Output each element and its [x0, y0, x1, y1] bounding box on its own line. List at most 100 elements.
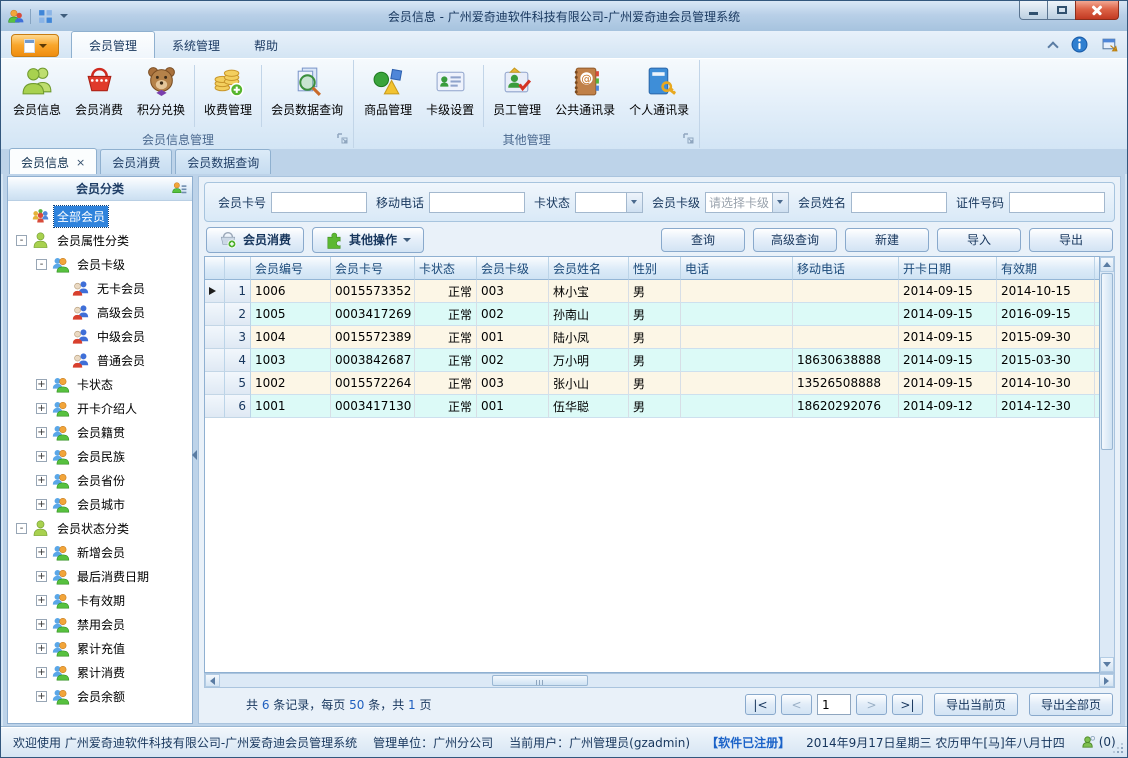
scroll-up-icon[interactable]	[1100, 257, 1114, 272]
table-row[interactable]: 6 1001 0003417130 正常 001 伍华聪男 18620292076 2014-…	[205, 395, 1099, 418]
tree-item[interactable]: + 累计充值	[12, 636, 190, 660]
filter-input[interactable]	[271, 191, 368, 213]
dialog-launcher-icon[interactable]	[337, 133, 349, 145]
table-row[interactable]: 5 1002 0015572264 正常 003 张小山男 13526508888 2014-…	[205, 372, 1099, 395]
export-all-pages-button[interactable]: 导出全部页	[1028, 693, 1113, 716]
tree-item[interactable]: + 会员籍贯	[12, 420, 190, 444]
grid-header-cell[interactable]: 开卡日期	[899, 257, 997, 280]
close-button[interactable]	[1075, 1, 1119, 20]
tree-expander-icon[interactable]: +	[36, 666, 47, 678]
filter-input[interactable]	[429, 191, 526, 213]
filter-input[interactable]	[850, 191, 947, 213]
next-page-button[interactable]: >	[855, 694, 887, 715]
tree-item[interactable]: + 最后消费日期	[12, 564, 190, 588]
ribbon-button[interactable]: 收费管理	[197, 62, 259, 130]
first-page-button[interactable]: |<	[744, 694, 776, 715]
feedback-icon[interactable]	[1102, 36, 1119, 53]
tree-item[interactable]: + 卡状态	[12, 372, 190, 396]
tree-item[interactable]: 无卡会员	[12, 276, 190, 300]
toolbar-button[interactable]: 会员消费	[206, 226, 305, 253]
toolbar-action-button[interactable]: 导入	[937, 227, 1021, 252]
table-row[interactable]: 1 1006 0015573352 正常 003 林小宝男 2014-09-15 2014-1…	[205, 280, 1099, 303]
tree-expander-icon[interactable]: +	[36, 690, 47, 702]
maximize-button[interactable]	[1048, 1, 1075, 20]
tree-item[interactable]: + 会员民族	[12, 444, 190, 468]
tree-expander-icon[interactable]: +	[36, 474, 47, 486]
ribbon-button[interactable]: 会员数据查询	[264, 62, 350, 130]
ribbon-button[interactable]: 员工管理	[486, 62, 548, 130]
quick-access-grid-icon[interactable]	[37, 8, 54, 25]
grid-header-cell[interactable]: 卡状态	[415, 257, 477, 280]
tree-expander-icon[interactable]: -	[16, 522, 27, 534]
grid-header-cell[interactable]: 移动电话	[793, 257, 899, 280]
tree-expander-icon[interactable]: +	[36, 498, 47, 510]
ribbon-tab[interactable]: 系统管理	[155, 32, 237, 58]
minimize-button[interactable]	[1019, 1, 1048, 20]
ribbon-button[interactable]: 个人通讯录	[622, 62, 696, 130]
tree-item[interactable]: + 卡有效期	[12, 588, 190, 612]
tree-expander-icon[interactable]: +	[36, 570, 47, 582]
splitter-collapse-icon[interactable]	[192, 450, 197, 460]
ribbon-button[interactable]: @ 公共通讯录	[548, 62, 622, 130]
dialog-launcher-icon[interactable]	[683, 133, 695, 145]
registered-link[interactable]: 【软件已注册】	[706, 734, 790, 751]
vertical-scroll-thumb[interactable]	[1101, 273, 1113, 451]
horizontal-scroll-track[interactable]	[220, 674, 1099, 687]
toolbar-button[interactable]: 其他操作	[312, 226, 425, 253]
ribbon-button[interactable]: 积分兑换	[130, 62, 192, 130]
collapse-ribbon-icon[interactable]	[1047, 40, 1059, 53]
document-tab[interactable]: 会员信息 ×	[9, 148, 98, 174]
tree-item[interactable]: 全部会员	[12, 204, 190, 228]
tree-item[interactable]: + 会员余额	[12, 684, 190, 708]
member-category-icon[interactable]	[171, 180, 188, 197]
tree-item[interactable]: 高级会员	[12, 300, 190, 324]
page-number-input[interactable]	[816, 694, 851, 715]
grid-header-cell[interactable]: 会员卡级	[477, 257, 549, 280]
toolbar-action-button[interactable]: 查询	[661, 227, 745, 252]
table-row[interactable]: 4 1003 0003842687 正常 002 万小明男 18630638888 2014-…	[205, 349, 1099, 372]
horizontal-scroll-thumb[interactable]	[492, 675, 589, 686]
tree-item[interactable]: 中级会员	[12, 324, 190, 348]
tree-expander-icon[interactable]: +	[36, 402, 47, 414]
close-tab-icon[interactable]: ×	[76, 157, 85, 168]
info-icon[interactable]	[1071, 36, 1088, 53]
tree-item[interactable]: + 会员省份	[12, 468, 190, 492]
table-row[interactable]: 2 1005 0003417269 正常 002 孙南山男 2014-09-15 2016-0…	[205, 303, 1099, 326]
last-page-button[interactable]: >|	[891, 694, 923, 715]
scroll-left-icon[interactable]	[205, 674, 220, 687]
tree-expander-icon[interactable]: +	[36, 426, 47, 438]
tree-item[interactable]: 普通会员	[12, 348, 190, 372]
grid-header-cell[interactable]: 会员卡号	[331, 257, 415, 280]
tree-item[interactable]: - 会员属性分类	[12, 228, 190, 252]
tree-item[interactable]: + 新增会员	[12, 540, 190, 564]
tree-item[interactable]: - 会员卡级	[12, 252, 190, 276]
tree-item[interactable]: + 禁用会员	[12, 612, 190, 636]
ribbon-tab[interactable]: 帮助	[237, 32, 295, 58]
prev-page-button[interactable]: <	[780, 694, 812, 715]
document-tab[interactable]: 会员数据查询	[175, 149, 272, 174]
tree-item[interactable]: + 开卡介绍人	[12, 396, 190, 420]
tree-expander-icon[interactable]: -	[36, 258, 47, 270]
horizontal-scrollbar[interactable]	[204, 673, 1115, 688]
grid-header-cell[interactable]: 电话	[681, 257, 793, 280]
tree-expander-icon[interactable]: +	[36, 546, 47, 558]
tree-expander-icon[interactable]: +	[36, 594, 47, 606]
table-row[interactable]: 3 1004 0015572389 正常 001 陆小凤男 2014-09-15 2015-0…	[205, 326, 1099, 349]
resize-grip[interactable]	[1113, 743, 1123, 753]
tree-expander-icon[interactable]: -	[16, 234, 27, 246]
vertical-scrollbar[interactable]	[1100, 256, 1115, 673]
vertical-scroll-track[interactable]	[1100, 272, 1114, 657]
grid-header-cell[interactable]: 性别	[629, 257, 681, 280]
grid-header-cell[interactable]: 有效期	[997, 257, 1095, 280]
filter-select[interactable]	[575, 191, 643, 213]
tree-expander-icon[interactable]: +	[36, 618, 47, 630]
application-menu-button[interactable]	[11, 34, 59, 57]
tree-expander-icon[interactable]: +	[36, 450, 47, 462]
tree-expander-icon[interactable]: +	[36, 378, 47, 390]
document-tab[interactable]: 会员消费	[100, 149, 173, 174]
tree-item[interactable]: - 会员状态分类	[12, 516, 190, 540]
filter-input[interactable]	[1009, 191, 1105, 213]
ribbon-button[interactable]: 卡级设置	[419, 62, 481, 130]
tree-expander-icon[interactable]: +	[36, 642, 47, 654]
filter-select[interactable]: 请选择卡级	[704, 191, 789, 213]
